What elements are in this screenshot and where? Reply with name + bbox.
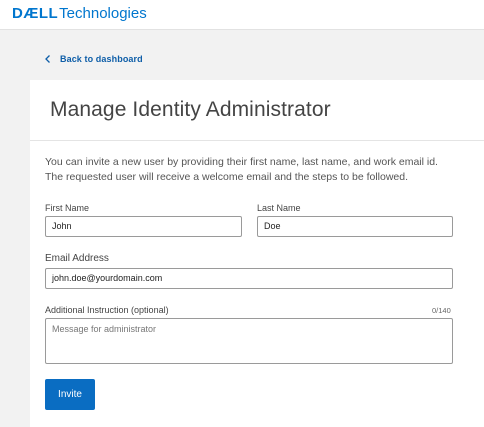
form-intro-text: You can invite a new user by providing t…	[45, 156, 438, 183]
top-bar: DÆLL Technologies	[0, 0, 484, 30]
logo-dell-wordmark: DÆLL	[12, 5, 59, 22]
back-link-label: Back to dashboard	[60, 54, 143, 64]
dell-technologies-logo[interactable]: DÆLL Technologies	[12, 5, 147, 23]
invite-form: You can invite a new user by providing t…	[30, 141, 484, 427]
back-navigation-bar: Back to dashboard	[30, 30, 484, 80]
first-name-input[interactable]: John	[45, 216, 242, 237]
page-title: Manage Identity Administrator	[50, 98, 331, 121]
character-counter: 0/140	[432, 306, 451, 315]
last-name-label: Last Name	[257, 203, 301, 213]
last-name-input[interactable]: Doe	[257, 216, 453, 237]
logo-technologies-wordmark: Technologies	[59, 5, 147, 22]
email-input[interactable]: john.doe@yourdomain.com	[45, 268, 453, 289]
invite-button[interactable]: Invite	[45, 379, 95, 410]
first-name-label: First Name	[45, 203, 90, 213]
email-label: Email Address	[45, 253, 109, 264]
back-to-dashboard-link[interactable]: Back to dashboard	[42, 53, 143, 65]
title-card: Manage Identity Administrator	[30, 80, 484, 141]
additional-instruction-textarea[interactable]	[45, 318, 453, 364]
additional-instruction-label: Additional Instruction (optional)	[45, 305, 169, 315]
chevron-left-icon	[45, 55, 50, 63]
